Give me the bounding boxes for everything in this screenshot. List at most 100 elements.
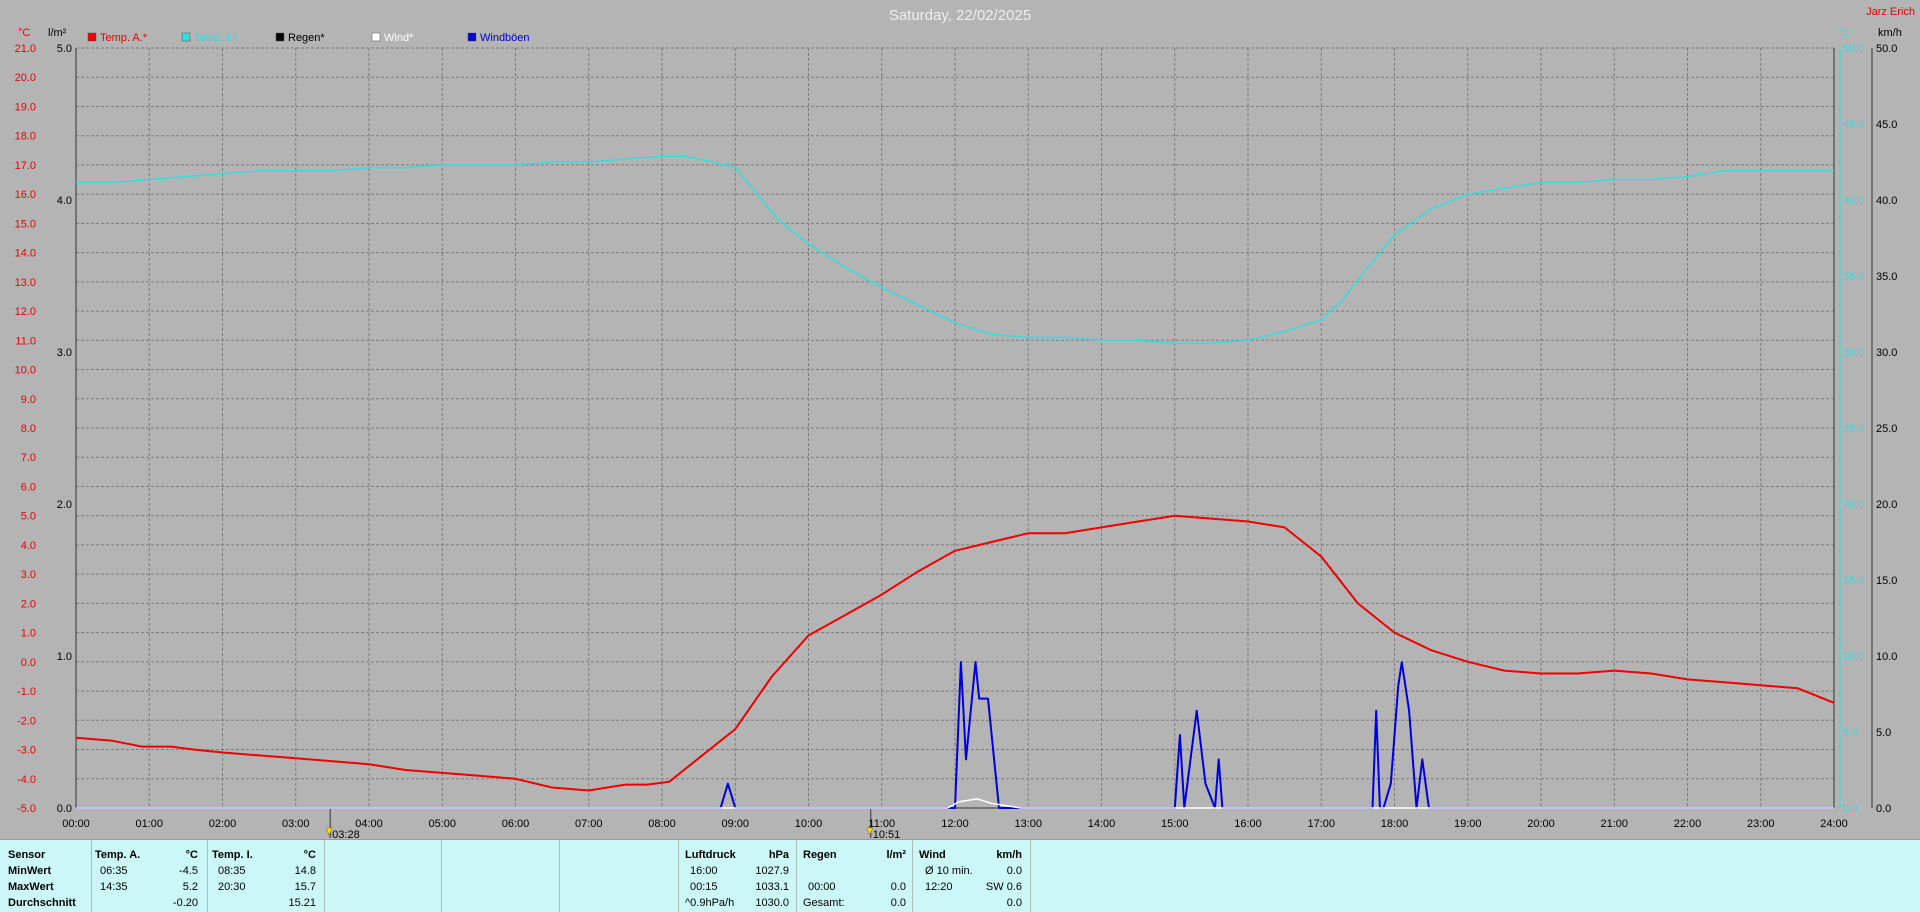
x-tick-label: 21:00 — [1600, 818, 1628, 830]
legend-swatch — [181, 32, 191, 42]
row-label: Durchschnitt — [8, 897, 76, 909]
x-tick-label: 16:00 — [1234, 818, 1262, 830]
temp-tick-label: -5.0 — [17, 803, 36, 815]
header-rain: Regen — [803, 849, 837, 861]
temp-tick-label: 12.0 — [15, 306, 36, 318]
x-tick-label: 17:00 — [1307, 818, 1335, 830]
x-tick-label: 14:00 — [1088, 818, 1116, 830]
temp-tick-label: 14.0 — [15, 248, 36, 260]
row-label: MinWert — [8, 865, 52, 877]
rain-tick-label: 5.0 — [57, 43, 72, 55]
header-temp-a-unit: °C — [185, 849, 198, 861]
rain-axis-unit: l/m² — [48, 27, 67, 39]
wind-tick-label: 50.0 — [1876, 43, 1897, 55]
wind-tick-label: 0.0 — [1876, 803, 1891, 815]
rain-max: 0.0 — [890, 881, 906, 893]
stats-divider — [207, 840, 208, 912]
wind-tick-label: 30.0 — [1876, 347, 1897, 359]
indoor-tick-label: 15.0 — [1843, 575, 1864, 587]
temp-tick-label: -4.0 — [17, 774, 36, 786]
temp-i-max: 15.7 — [294, 881, 316, 893]
temp-tick-label: 7.0 — [21, 452, 36, 464]
wind-tick-label: 25.0 — [1876, 423, 1897, 435]
indoor-tick-label: 35.0 — [1843, 271, 1864, 283]
temp-tick-label: 5.0 — [21, 511, 36, 523]
indoor-tick-label: 50.0 — [1843, 43, 1864, 55]
indoor-tick-label: 5.0 — [1843, 727, 1858, 739]
x-tick-label: 02:00 — [209, 818, 237, 830]
temp-tick-label: -2.0 — [17, 715, 36, 727]
event-marker-label: 03:28 — [332, 829, 360, 838]
wind-tick-label: 15.0 — [1876, 575, 1897, 587]
wind-max-time: 12:20 — [925, 881, 953, 893]
temp-tick-label: 17.0 — [15, 160, 36, 172]
temp-a-max: 5.2 — [182, 881, 198, 893]
temp-a-min: -4.5 — [179, 865, 198, 877]
wind-tick-label: 5.0 — [1876, 727, 1891, 739]
wind-tick-label: 10.0 — [1876, 651, 1897, 663]
temp-axis-unit: °C — [18, 27, 30, 39]
temp-tick-label: 15.0 — [15, 218, 36, 230]
temp-tick-label: -3.0 — [17, 745, 36, 757]
rain-tick-label: 0.0 — [57, 803, 72, 815]
x-tick-label: 08:00 — [648, 818, 676, 830]
wind-tick-label: 35.0 — [1876, 271, 1897, 283]
stats-divider — [1030, 840, 1031, 912]
stats-divider — [441, 840, 442, 912]
x-tick-label: 09:00 — [721, 818, 749, 830]
x-tick-label: 18:00 — [1381, 818, 1409, 830]
legend-label: Regen* — [288, 32, 325, 44]
indoor-tick-label: 10.0 — [1843, 651, 1864, 663]
indoor-tick-label: 20.0 — [1843, 499, 1864, 511]
header-sensor: Sensor — [8, 849, 46, 861]
header-rain-unit: l/m² — [886, 849, 906, 861]
pressure-trend: ^0.9hPa/h — [685, 897, 735, 909]
indoor-tick-label: 25.0 — [1843, 423, 1864, 435]
x-tick-label: 05:00 — [428, 818, 456, 830]
temp-tick-label: 10.0 — [15, 365, 36, 377]
stats-divider — [324, 840, 325, 912]
x-tick-label: 23:00 — [1747, 818, 1775, 830]
indoor-tick-label: 30.0 — [1843, 347, 1864, 359]
rain-total-label: Gesamt: — [803, 897, 845, 909]
x-tick-label: 19:00 — [1454, 818, 1482, 830]
x-tick-label: 10:00 — [795, 818, 823, 830]
legend-label: Wind* — [384, 32, 414, 44]
temp-i-avg: 15.21 — [288, 897, 316, 909]
rain-tick-label: 4.0 — [57, 195, 72, 207]
header-temp-i: Temp. I. — [212, 849, 253, 861]
wind-tick-label: 20.0 — [1876, 499, 1897, 511]
temp-tick-label: 20.0 — [15, 72, 36, 84]
x-tick-label: 07:00 — [575, 818, 603, 830]
temp-i-min-time: 08:35 — [218, 865, 246, 877]
x-tick-label: 15:00 — [1161, 818, 1189, 830]
temp-tick-label: 6.0 — [21, 481, 36, 493]
temp-tick-label: 4.0 — [21, 540, 36, 552]
wind-axis-unit: km/h — [1878, 27, 1902, 39]
temp-a-min-time: 06:35 — [100, 865, 128, 877]
x-tick-label: 00:00 — [62, 818, 90, 830]
wind-min: 0.0 — [1006, 865, 1022, 877]
rain-max-time: 00:00 — [808, 881, 836, 893]
rain-tick-label: 1.0 — [57, 651, 72, 663]
header-temp-a: Temp. A. — [95, 849, 141, 861]
temp-tick-label: 21.0 — [15, 43, 36, 55]
stats-divider — [678, 840, 679, 912]
rain-tick-label: 3.0 — [57, 347, 72, 359]
legend-label: Windböen — [480, 32, 530, 44]
wind-tick-label: 45.0 — [1876, 119, 1897, 131]
pressure-min: 1027.9 — [755, 865, 789, 877]
x-tick-label: 03:00 — [282, 818, 310, 830]
header-pressure: Luftdruck — [685, 849, 736, 861]
header-wind-unit: km/h — [996, 849, 1022, 861]
temp-tick-label: 9.0 — [21, 394, 36, 406]
temp-tick-label: 8.0 — [21, 423, 36, 435]
legend-swatch — [275, 32, 285, 42]
header-pressure-unit: hPa — [768, 849, 789, 861]
temp-tick-label: 1.0 — [21, 628, 36, 640]
event-marker-label: 10:51 — [873, 829, 901, 838]
weather-chart: 21.0 20.0 19.0 18.0 17.0 16.0 15.0 14.0 13.0 12.0… — [0, 0, 1920, 838]
temp-a-avg: -0.20 — [172, 897, 198, 909]
stats-divider — [559, 840, 560, 912]
legend-label: Temp. I.* — [194, 32, 238, 44]
